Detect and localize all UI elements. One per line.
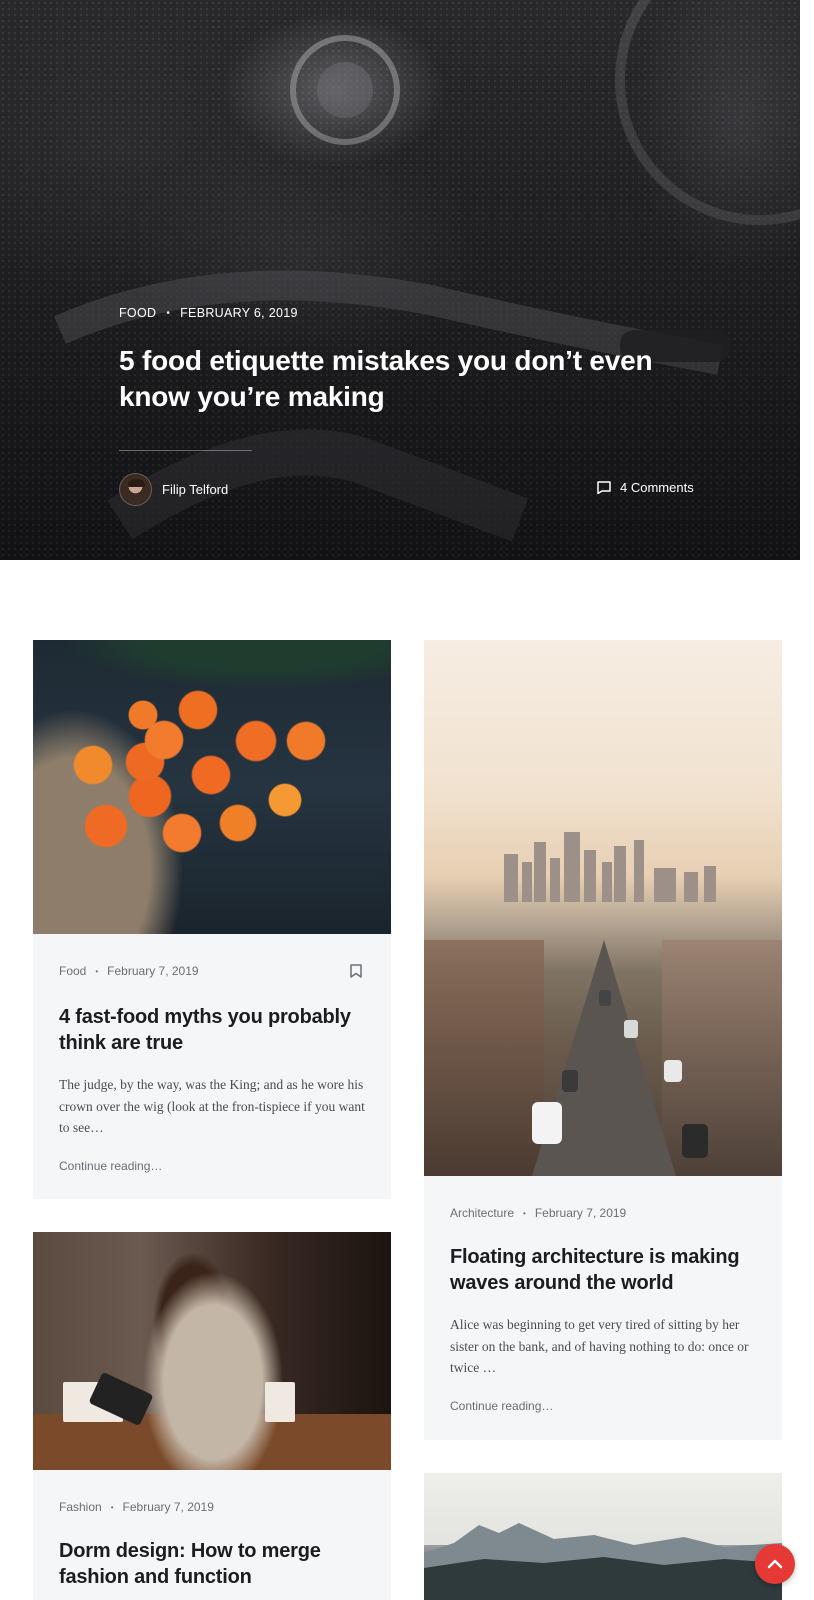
bookmark-icon[interactable] [350,964,362,978]
hero-title[interactable]: 5 food etiquette mistakes you don’t even… [119,343,709,415]
author-name: Filip Telford [162,482,229,497]
post-card[interactable]: Fashion • February 7, 2019 Dorm design: … [33,1232,391,1600]
post-date: February 7, 2019 [122,1500,214,1514]
pine-branches-decor [33,640,391,700]
post-excerpt: Alice was beginning to get very tired of… [450,1317,749,1375]
post-image-city[interactable] [424,640,782,1176]
cars-decor [532,990,708,1158]
post-meta: Food • February 7, 2019 [59,964,365,978]
hero-category[interactable]: FOOD [119,306,156,320]
mountain-decor [424,1523,782,1600]
hero-divider [119,450,252,451]
tablet-decor [89,1373,153,1425]
meta-separator: • [110,1502,114,1512]
comments-count: 4 Comments [620,480,694,495]
post-date: February 7, 2019 [107,964,199,978]
post-meta: Architecture • February 7, 2019 [450,1206,756,1220]
post-meta: Fashion • February 7, 2019 [59,1500,365,1514]
meta-separator: • [166,307,171,319]
post-image-mountains[interactable] [424,1473,782,1600]
author-avatar [119,473,152,506]
chevron-up-icon [767,1559,783,1569]
post-title[interactable]: Floating architecture is making waves ar… [450,1244,756,1296]
post-image-oranges[interactable] [33,640,391,934]
meta-separator: • [523,1208,526,1218]
scroll-to-top-button[interactable] [755,1544,795,1584]
hero-author[interactable]: Filip Telford [119,473,228,506]
post-title[interactable]: Dorm design: How to merge fashion and fu… [59,1538,365,1590]
comment-icon [597,481,611,494]
post-title[interactable]: 4 fast-food myths you probably think are… [59,1004,365,1056]
continue-reading-link[interactable]: Continue reading… [450,1399,756,1413]
post-card[interactable]: Architecture • February 7, 2019 Floating… [424,640,782,1440]
post-image-woman[interactable] [33,1232,391,1470]
post-card[interactable] [424,1473,782,1600]
post-card[interactable]: Food • February 7, 2019 4 fast-food myth… [33,640,391,1199]
post-category[interactable]: Architecture [450,1206,514,1220]
continue-reading-link[interactable]: Continue reading… [59,1159,365,1173]
hero-meta: FOOD • FEBRUARY 6, 2019 [119,306,298,320]
post-date: February 7, 2019 [534,1206,627,1220]
post-excerpt: The judge, by the way, was the King; and… [59,1077,365,1135]
post-category[interactable]: Fashion [59,1500,102,1514]
post-category[interactable]: Food [59,964,86,978]
hero-date: FEBRUARY 6, 2019 [180,306,298,320]
hero-comments-link[interactable]: 4 Comments [597,480,694,495]
meta-separator: • [95,966,99,976]
featured-post-hero[interactable]: FOOD • FEBRUARY 6, 2019 5 food etiquette… [0,0,800,560]
